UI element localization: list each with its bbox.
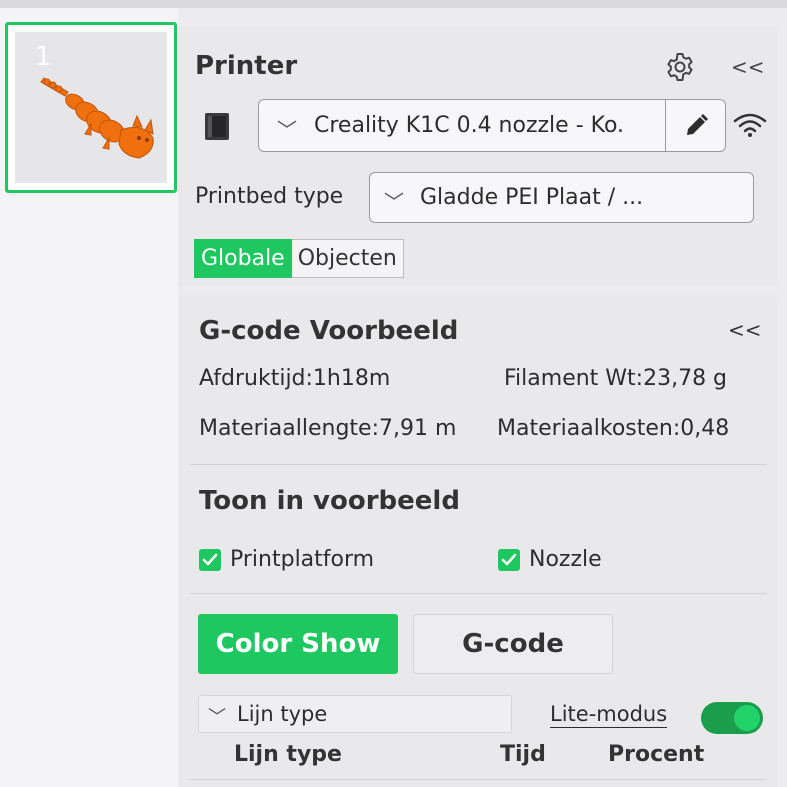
plate-number: 1 bbox=[35, 42, 52, 72]
gcode-preview-title: G-code Voorbeeld bbox=[199, 316, 459, 346]
checkbox-label: Printplatform bbox=[230, 547, 375, 572]
edit-printer-button[interactable] bbox=[665, 100, 725, 151]
checkbox-nozzle[interactable]: Nozzle bbox=[498, 547, 602, 572]
wifi-icon[interactable] bbox=[733, 111, 767, 139]
chevron-down-icon: ﹀ bbox=[277, 118, 297, 142]
color-show-button[interactable]: Color Show bbox=[198, 614, 398, 674]
tab-global[interactable]: Globale bbox=[194, 239, 292, 278]
printbed-select[interactable]: ﹀ Gladde PEI Plaat / ... bbox=[369, 172, 754, 223]
pencil-icon bbox=[687, 114, 708, 135]
printer-title: Printer bbox=[195, 51, 298, 81]
checkbox-checked-icon bbox=[498, 548, 520, 571]
gcode-button[interactable]: G-code bbox=[413, 614, 613, 674]
printer-select[interactable]: ﹀ Creality K1C 0.4 nozzle - Ko. bbox=[258, 99, 726, 152]
toggle-knob bbox=[734, 705, 760, 731]
model-thumbnail bbox=[40, 77, 154, 159]
collapse-gcode-button[interactable]: << bbox=[728, 318, 762, 342]
gcode-preview-panel: G-code Voorbeeld << Afdruktijd:1h18m Fil… bbox=[178, 294, 777, 787]
collapse-printer-button[interactable]: << bbox=[731, 55, 765, 79]
print-time: Afdruktijd:1h18m bbox=[199, 366, 391, 391]
line-type-select[interactable]: ﹀ Lijn type bbox=[198, 695, 512, 733]
checkbox-label: Nozzle bbox=[529, 547, 602, 572]
column-header-percent: Procent bbox=[608, 742, 705, 767]
material-length: Materiaallengte:7,91 m bbox=[199, 416, 457, 441]
plate-thumbnail[interactable]: 1 bbox=[5, 22, 177, 193]
chevron-down-icon: ﹀ bbox=[384, 190, 404, 214]
divider bbox=[190, 593, 767, 594]
checkbox-printplatform[interactable]: Printplatform bbox=[199, 547, 374, 572]
top-bar bbox=[0, 0, 787, 8]
checkbox-checked-icon bbox=[199, 548, 221, 571]
divider bbox=[190, 779, 767, 780]
plate-preview: 1 bbox=[15, 32, 167, 183]
show-in-preview-title: Toon in voorbeeld bbox=[199, 486, 460, 516]
printbed-label: Printbed type bbox=[195, 184, 344, 209]
printer-panel: Printer << ﹀ Creality K1C 0.4 nozzle - K… bbox=[178, 27, 777, 286]
lite-mode-label[interactable]: Lite-modus bbox=[550, 701, 668, 728]
printer-select-value: Creality K1C 0.4 nozzle - Ko. bbox=[314, 113, 625, 138]
tab-objects[interactable]: Objecten bbox=[291, 239, 404, 278]
gear-icon[interactable] bbox=[664, 51, 696, 83]
line-type-select-value: Lijn type bbox=[237, 702, 328, 726]
column-header-line-type: Lijn type bbox=[234, 742, 342, 767]
filament-weight: Filament Wt:23,78 g bbox=[504, 366, 728, 391]
printbed-select-value: Gladde PEI Plaat / ... bbox=[420, 185, 644, 210]
column-header-time: Tijd bbox=[500, 742, 546, 767]
divider bbox=[190, 464, 767, 465]
printer-device-icon bbox=[205, 113, 229, 140]
chevron-down-icon: ﹀ bbox=[208, 707, 226, 728]
lite-mode-toggle[interactable] bbox=[701, 702, 763, 734]
settings-tabs: Globale Objecten bbox=[194, 239, 404, 278]
material-cost: Materiaalkosten:0,48 bbox=[497, 416, 730, 441]
